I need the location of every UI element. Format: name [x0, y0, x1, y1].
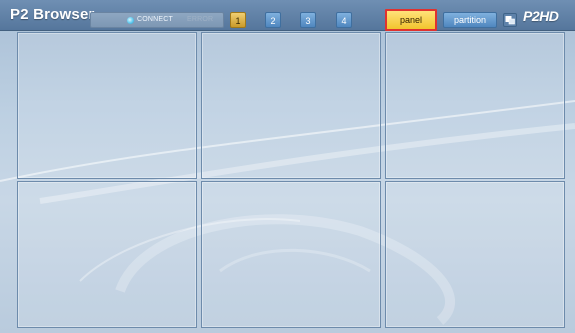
p2hd-logo: P2HD	[523, 8, 559, 24]
grid-cell[interactable]	[385, 181, 565, 328]
error-label: ERROR	[187, 16, 214, 23]
grid-cell[interactable]	[17, 32, 197, 179]
slot-4-button[interactable]: 4	[336, 12, 352, 28]
panel-button[interactable]: panel	[385, 9, 437, 31]
slot-3-button[interactable]: 3	[300, 12, 316, 28]
slot-1-button[interactable]: 1	[230, 12, 246, 28]
title-bar: P2 Browser CONNECT ERROR 1 2 3 4 panel p…	[0, 0, 575, 31]
connection-status: CONNECT ERROR	[90, 12, 224, 28]
status-dot-icon	[127, 17, 134, 24]
slot-2-button[interactable]: 2	[265, 12, 281, 28]
p2-browser-window: P2 Browser CONNECT ERROR 1 2 3 4 panel p…	[0, 0, 575, 333]
grid-cell[interactable]	[17, 181, 197, 328]
grid-cell[interactable]	[201, 181, 381, 328]
grid-cell[interactable]	[385, 32, 565, 179]
partition-button[interactable]: partition	[443, 12, 497, 28]
app-title: P2 Browser	[10, 6, 95, 23]
panel-grid	[14, 32, 568, 328]
grid-cell[interactable]	[201, 32, 381, 179]
connect-label: CONNECT	[137, 16, 174, 23]
window-icon[interactable]	[503, 13, 517, 27]
